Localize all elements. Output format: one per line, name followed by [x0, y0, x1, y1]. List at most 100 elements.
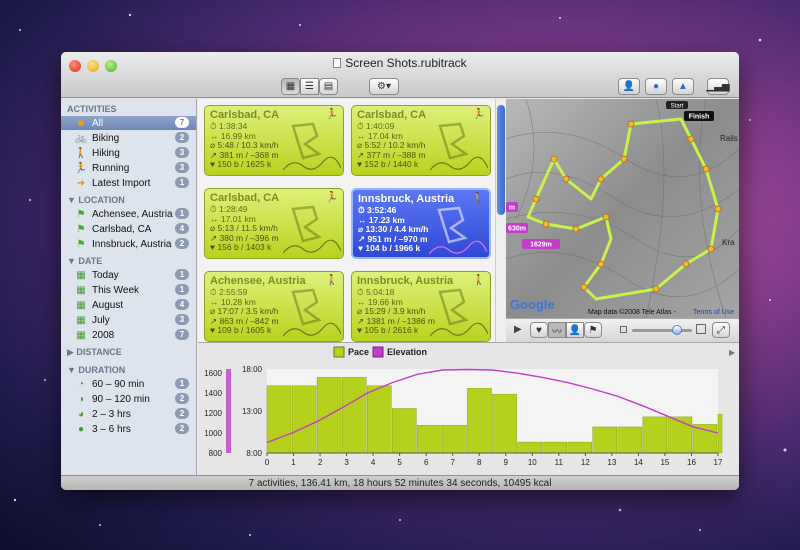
chart-view-button[interactable]: ▲ — [672, 78, 694, 95]
x-tick-label: 4 — [371, 458, 376, 467]
sidebar-item-today[interactable]: ▦ Today 1 — [61, 268, 196, 282]
pace-bar — [592, 426, 618, 454]
flag-mode-button[interactable]: ⚑ — [584, 322, 602, 338]
legend-label-pace: Pace — [348, 347, 369, 357]
activity-card[interactable]: Innsbruck, Austria ⏱ 3:52:46 ↔ 17.23 km ⌀ 1… — [351, 188, 491, 259]
person-mode-button[interactable]: 👤 — [566, 322, 584, 338]
activity-card[interactable]: Achensee, Austria ⏱ 2:55:59 ↔ 10.28 km ⌀ 17… — [204, 271, 344, 342]
zoom-out-icon[interactable] — [620, 326, 627, 333]
card-route-thumbnail — [429, 206, 487, 255]
heart-mode-button[interactable]: ♥ — [530, 322, 548, 338]
card-route-thumbnail — [283, 122, 341, 171]
duration-header[interactable]: ▼ DURATION — [67, 365, 125, 375]
calendar-icon: ▦ — [76, 269, 86, 281]
sidebar-item-biking[interactable]: 🚲 Biking 2 — [61, 131, 196, 145]
map-view-button[interactable]: ● — [645, 78, 667, 95]
activity-type-icon: 🏃 — [472, 109, 485, 120]
person-view-button[interactable]: 👤 — [618, 78, 640, 95]
activity-type-icon: 🚶 — [472, 275, 485, 286]
sidebar-item-2-3-hrs[interactable]: ◕ 2 – 3 hrs 2 — [61, 407, 196, 421]
fullscreen-map-button[interactable]: ⤢ — [712, 322, 730, 338]
sidebar-item-innsbruck[interactable]: ⚑ Innsbruck, Austria 2 — [61, 237, 196, 251]
location-header[interactable]: ▼ LOCATION — [67, 195, 125, 205]
pace-bar — [291, 385, 317, 454]
pace-bar — [341, 377, 367, 454]
y-right-tick: 13:00 — [242, 407, 263, 416]
vertical-scrollbar[interactable] — [495, 99, 506, 342]
action-menu-button[interactable]: ⚙▾ — [369, 78, 399, 95]
zoom-in-icon[interactable] — [696, 324, 706, 334]
legend-swatch-elevation — [372, 346, 384, 358]
sidebar-item-this-week[interactable]: ▦ This Week 1 — [61, 283, 196, 297]
clock-icon: ◑ — [77, 393, 85, 405]
pin-icon: ⚑ — [76, 223, 86, 235]
x-tick-label: 11 — [555, 458, 564, 467]
card-route-thumbnail — [283, 205, 341, 254]
calendar-icon: ▦ — [76, 314, 86, 326]
svg-text:Finish: Finish — [689, 114, 710, 121]
sidebar-item-90-120[interactable]: ◑ 90 – 120 min 2 — [61, 392, 196, 406]
x-tick-label: 10 — [528, 458, 537, 467]
x-tick-label: 9 — [504, 458, 509, 467]
runner-icon: 🏃 — [74, 162, 88, 174]
y-left-tick: 800 — [209, 449, 223, 458]
pace-bar — [492, 393, 517, 454]
y-left-tick: 1000 — [204, 429, 222, 438]
stats-view-button[interactable]: ▁▃▅ — [706, 78, 730, 95]
chart-panel: Pace Elevation ▶ 1600 1400 1200 1000 800 18:00 13… — [198, 342, 739, 475]
sidebar-item-july[interactable]: ▦ July 3 — [61, 313, 196, 327]
pace-bar — [617, 426, 643, 454]
bars-icon: ▁▃▅ — [706, 81, 730, 92]
calendar-icon: ▦ — [76, 284, 86, 296]
activity-card[interactable]: Carlsbad, CA ⏱ 1:28:49 ↔ 17.01 km ⌀ 5:13 / … — [204, 188, 344, 259]
place-label-kra: Kra — [722, 238, 735, 247]
sidebar-item-august[interactable]: ▦ August 4 — [61, 298, 196, 312]
sidebar-item-hiking[interactable]: 🚶 Hiking 3 — [61, 146, 196, 160]
zoom-slider-thumb[interactable] — [672, 325, 682, 335]
activity-card[interactable]: Carlsbad, CA ⏱ 1:40:09 ↔ 17.04 km ⌀ 5:52 / … — [351, 105, 491, 176]
map-copyright: Map data ©2008 Tele Atlas - — [588, 308, 677, 316]
table-view-button[interactable]: ▤ — [319, 78, 338, 95]
terms-link: Terms of Use — [693, 309, 734, 316]
sidebar-item-60-90[interactable]: ◔ 60 – 90 min 1 — [61, 377, 196, 391]
sidebar-item-achensee[interactable]: ⚑ Achensee, Austria 1 — [61, 207, 196, 221]
x-tick-label: 0 — [265, 458, 270, 467]
route-map[interactable]: Start Finish 1629m 630m m Rails Kra Goog… — [506, 99, 739, 318]
activity-card[interactable]: Carlsbad, CA ⏱ 1:38:34 ↔ 16.99 km ⌀ 5:48 / … — [204, 105, 344, 176]
list-view-button[interactable]: ☰ — [300, 78, 319, 95]
card-route-thumbnail — [430, 288, 488, 337]
date-header[interactable]: ▼ DATE — [67, 256, 102, 266]
chart-icon: ▲ — [678, 81, 688, 92]
sidebar-item-2008[interactable]: ▦ 2008 7 — [61, 328, 196, 342]
activity-card[interactable]: Innsbruck, Austria ⏱ 5:04:18 ↔ 19.66 km ⌀ 1… — [351, 271, 491, 342]
grid-view-button[interactable]: ▦ — [281, 78, 300, 95]
x-tick-label: 3 — [344, 458, 349, 467]
zoom-slider[interactable] — [632, 325, 692, 335]
legend-label-elevation: Elevation — [387, 347, 427, 357]
person-icon: 👤 — [622, 81, 636, 92]
elevation-label-1629: 1629m — [522, 239, 560, 249]
play-icon[interactable]: ▶ — [514, 324, 522, 335]
finish-marker[interactable]: Finish — [684, 111, 714, 121]
scroll-thumb[interactable] — [497, 105, 505, 215]
start-marker[interactable]: Start — [666, 101, 688, 110]
x-tick-label: 13 — [607, 458, 616, 467]
calendar-icon: ▦ — [76, 299, 86, 311]
google-logo: Google — [510, 297, 555, 312]
hiker-icon: 🚶 — [74, 147, 88, 159]
pace-bar — [692, 424, 718, 454]
svg-text:m: m — [509, 205, 515, 212]
route-mode-button[interactable]: 〰 — [548, 322, 566, 338]
grid-icon: ▦ — [285, 81, 296, 92]
sidebar-item-all[interactable]: ■ All 7 — [61, 116, 196, 130]
sidebar-item-latest-import[interactable]: ➜ Latest Import 1 — [61, 176, 196, 190]
pace-bar — [567, 441, 592, 454]
collapse-arrow-icon[interactable]: ▶ — [729, 348, 736, 357]
x-tick-label: 1 — [291, 458, 296, 467]
x-tick-label: 15 — [660, 458, 669, 467]
sidebar-item-running[interactable]: 🏃 Running 3 — [61, 161, 196, 175]
distance-header[interactable]: ▶ DISTANCE — [67, 347, 122, 358]
arrow-icon: ➜ — [76, 177, 86, 189]
sidebar-item-carlsbad[interactable]: ⚑ Carlsbad, CA 4 — [61, 222, 196, 236]
sidebar-item-3-6-hrs[interactable]: ● 3 – 6 hrs 2 — [61, 422, 196, 436]
